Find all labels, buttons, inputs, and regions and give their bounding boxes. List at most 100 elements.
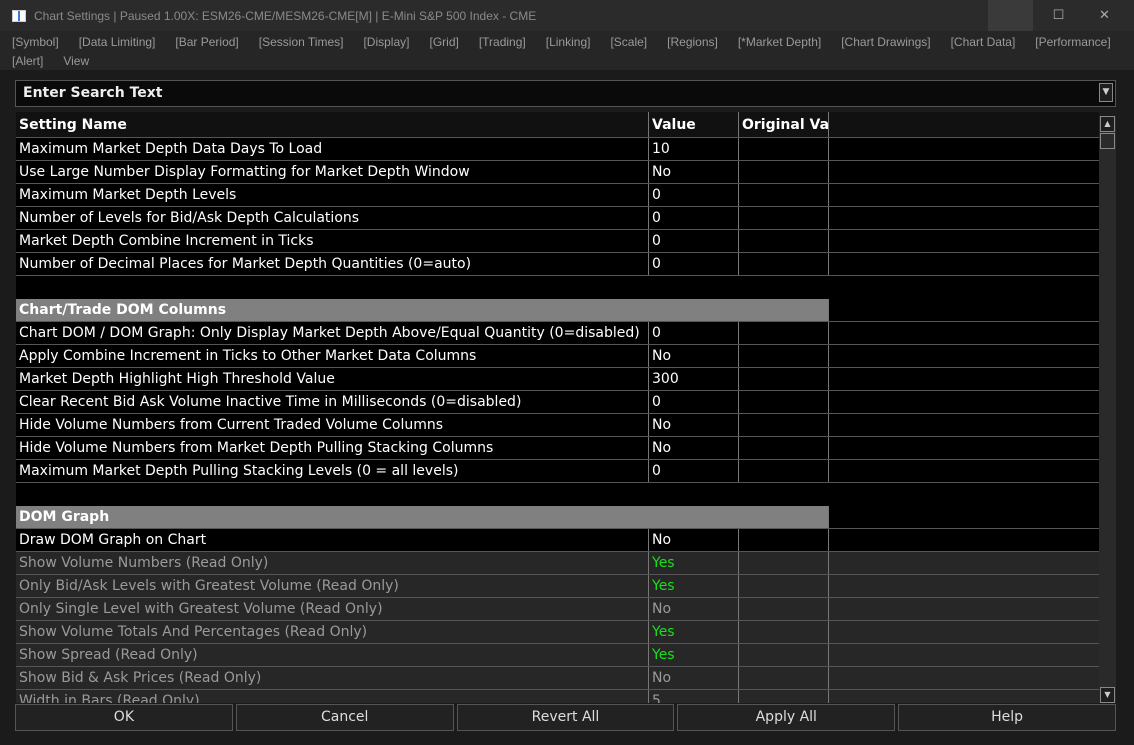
setting-value[interactable]: 0 bbox=[649, 253, 739, 275]
setting-value[interactable]: No bbox=[649, 437, 739, 459]
tab-bar-period[interactable]: [Bar Period] bbox=[175, 35, 238, 49]
setting-value: 5 bbox=[649, 690, 739, 703]
table-row[interactable]: Maximum Market Depth Data Days To Load 10 bbox=[16, 138, 1099, 161]
minimize-button[interactable] bbox=[988, 0, 1033, 31]
table-row[interactable]: Use Large Number Display Formatting for … bbox=[16, 161, 1099, 184]
column-value[interactable]: Value bbox=[649, 112, 739, 137]
setting-value[interactable]: 0 bbox=[649, 460, 739, 482]
table-row[interactable]: Clear Recent Bid Ask Volume Inactive Tim… bbox=[16, 391, 1099, 414]
cancel-button[interactable]: Cancel bbox=[235, 704, 454, 731]
section-title: Chart/Trade DOM Columns bbox=[16, 299, 829, 321]
original-value bbox=[739, 437, 829, 459]
close-button[interactable]: ✕ bbox=[1082, 0, 1127, 31]
original-value bbox=[739, 460, 829, 482]
table-row[interactable]: Draw DOM Graph on Chart No bbox=[16, 529, 1099, 552]
setting-value: No bbox=[649, 667, 739, 689]
original-value bbox=[739, 230, 829, 252]
table-row[interactable]: Show Bid & Ask Prices (Read Only) No bbox=[16, 667, 1099, 690]
vertical-scrollbar[interactable]: ▲ ▼ bbox=[1099, 116, 1116, 703]
setting-value[interactable]: 300 bbox=[649, 368, 739, 390]
window-title: Chart Settings | Paused 1.00X: ESM26-CME… bbox=[34, 8, 537, 23]
table-row[interactable]: Show Volume Totals And Percentages (Read… bbox=[16, 621, 1099, 644]
table-row[interactable]: Market Depth Combine Increment in Ticks 0 bbox=[16, 230, 1099, 253]
setting-value[interactable]: No bbox=[649, 414, 739, 436]
table-row[interactable]: Market Depth Highlight High Threshold Va… bbox=[16, 368, 1099, 391]
table-row[interactable]: Number of Levels for Bid/Ask Depth Calcu… bbox=[16, 207, 1099, 230]
table-row[interactable]: Show Spread (Read Only) Yes bbox=[16, 644, 1099, 667]
setting-name: Number of Decimal Places for Market Dept… bbox=[16, 253, 649, 275]
scroll-thumb[interactable] bbox=[1100, 133, 1115, 149]
table-row[interactable]: Only Bid/Ask Levels with Greatest Volume… bbox=[16, 575, 1099, 598]
setting-name: Hide Volume Numbers from Current Traded … bbox=[16, 414, 649, 436]
table-row[interactable]: Apply Combine Increment in Ticks to Othe… bbox=[16, 345, 1099, 368]
table-row[interactable]: Only Single Level with Greatest Volume (… bbox=[16, 598, 1099, 621]
tab-regions[interactable]: [Regions] bbox=[667, 35, 718, 49]
column-setting-name[interactable]: Setting Name bbox=[16, 112, 649, 137]
setting-value[interactable]: 0 bbox=[649, 230, 739, 252]
tab-chart-data[interactable]: [Chart Data] bbox=[951, 35, 1016, 49]
setting-value: Yes bbox=[649, 644, 739, 666]
maximize-button[interactable]: ☐ bbox=[1036, 0, 1081, 31]
tab-data-limiting[interactable]: [Data Limiting] bbox=[79, 35, 156, 49]
table-row[interactable]: Number of Decimal Places for Market Dept… bbox=[16, 253, 1099, 276]
table-row[interactable]: Hide Volume Numbers from Market Depth Pu… bbox=[16, 437, 1099, 460]
original-value bbox=[739, 598, 829, 620]
setting-value[interactable]: 0 bbox=[649, 207, 739, 229]
original-value bbox=[739, 345, 829, 367]
tab-view[interactable]: View bbox=[63, 54, 89, 68]
setting-name: Maximum Market Depth Pulling Stacking Le… bbox=[16, 460, 649, 482]
column-original-value[interactable]: Original Val bbox=[739, 112, 829, 137]
apply-all-button[interactable]: Apply All bbox=[677, 704, 896, 731]
setting-name: Market Depth Combine Increment in Ticks bbox=[16, 230, 649, 252]
tab-performance[interactable]: [Performance] bbox=[1035, 35, 1110, 49]
setting-name: Width in Bars (Read Only) bbox=[16, 690, 649, 703]
original-value bbox=[739, 552, 829, 574]
tab-display[interactable]: [Display] bbox=[363, 35, 409, 49]
tab-grid[interactable]: [Grid] bbox=[429, 35, 458, 49]
setting-value[interactable]: No bbox=[649, 345, 739, 367]
table-row[interactable]: Hide Volume Numbers from Current Traded … bbox=[16, 414, 1099, 437]
setting-value[interactable]: No bbox=[649, 161, 739, 183]
setting-name: Show Volume Totals And Percentages (Read… bbox=[16, 621, 649, 643]
original-value bbox=[739, 322, 829, 344]
tab-alert[interactable]: [Alert] bbox=[12, 54, 43, 68]
setting-value[interactable]: 0 bbox=[649, 322, 739, 344]
setting-value[interactable]: 10 bbox=[649, 138, 739, 160]
setting-name: Show Spread (Read Only) bbox=[16, 644, 649, 666]
blank-row bbox=[16, 276, 1099, 299]
setting-name: Maximum Market Depth Data Days To Load bbox=[16, 138, 649, 160]
tab-scale[interactable]: [Scale] bbox=[610, 35, 647, 49]
setting-name: Maximum Market Depth Levels bbox=[16, 184, 649, 206]
setting-value[interactable]: 0 bbox=[649, 184, 739, 206]
table-row[interactable]: Show Volume Numbers (Read Only) Yes bbox=[16, 552, 1099, 575]
section-header: Chart/Trade DOM Columns bbox=[16, 299, 1099, 322]
original-value bbox=[739, 391, 829, 413]
setting-name: Hide Volume Numbers from Market Depth Pu… bbox=[16, 437, 649, 459]
tab-trading[interactable]: [Trading] bbox=[479, 35, 526, 49]
ok-button[interactable]: OK bbox=[15, 704, 233, 731]
section-title: DOM Graph bbox=[16, 506, 829, 528]
tab-market-depth[interactable]: [*Market Depth] bbox=[738, 35, 821, 49]
search-dropdown-arrow[interactable]: ▼ bbox=[1099, 83, 1113, 102]
settings-tabs: [Symbol] [Data Limiting] [Bar Period] [Sess… bbox=[0, 31, 1134, 70]
table-row[interactable]: Chart DOM / DOM Graph: Only Display Mark… bbox=[16, 322, 1099, 345]
tab-symbol[interactable]: [Symbol] bbox=[12, 35, 59, 49]
table-row[interactable]: Width in Bars (Read Only) 5 bbox=[16, 690, 1099, 703]
table-row[interactable]: Maximum Market Depth Pulling Stacking Le… bbox=[16, 460, 1099, 483]
help-button[interactable]: Help bbox=[898, 704, 1116, 731]
tab-linking[interactable]: [Linking] bbox=[546, 35, 591, 49]
setting-name: Show Bid & Ask Prices (Read Only) bbox=[16, 667, 649, 689]
setting-value[interactable]: 0 bbox=[649, 391, 739, 413]
scroll-down-button[interactable]: ▼ bbox=[1100, 687, 1115, 703]
search-input[interactable]: Enter Search Text bbox=[15, 80, 1116, 107]
revert-all-button[interactable]: Revert All bbox=[456, 704, 675, 731]
setting-name: Chart DOM / DOM Graph: Only Display Mark… bbox=[16, 322, 649, 344]
tab-session-times[interactable]: [Session Times] bbox=[259, 35, 344, 49]
table-row[interactable]: Maximum Market Depth Levels 0 bbox=[16, 184, 1099, 207]
app-icon bbox=[12, 9, 26, 22]
setting-name: Only Single Level with Greatest Volume (… bbox=[16, 598, 649, 620]
scroll-up-button[interactable]: ▲ bbox=[1100, 116, 1115, 132]
setting-name: Draw DOM Graph on Chart bbox=[16, 529, 649, 551]
tab-chart-drawings[interactable]: [Chart Drawings] bbox=[841, 35, 930, 49]
setting-value[interactable]: No bbox=[649, 529, 739, 551]
